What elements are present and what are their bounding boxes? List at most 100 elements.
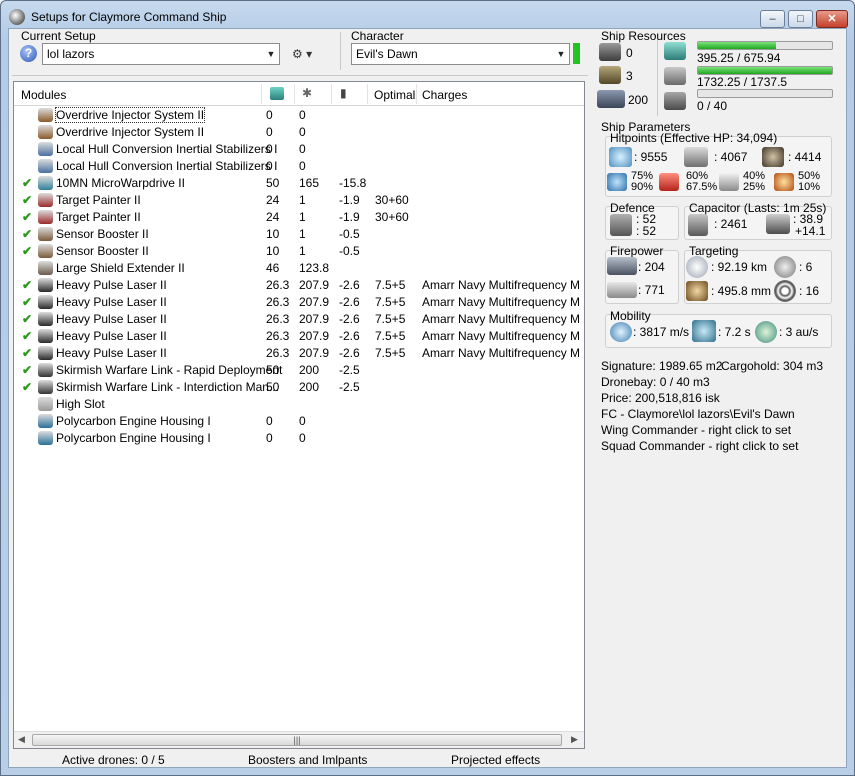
active-check-icon[interactable]: ✔ <box>22 176 32 190</box>
calibration-icon <box>597 90 625 108</box>
module-c1: 0 <box>266 414 273 428</box>
divider <box>12 75 588 76</box>
module-c3: -2.6 <box>339 278 360 292</box>
align-time-icon <box>692 320 716 342</box>
warp-speed: : 3 au/s <box>779 325 819 339</box>
module-row[interactable]: ✔ Sensor Booster II 10 1 -0.5 <box>14 225 584 242</box>
module-name: Heavy Pulse Laser II <box>56 278 167 292</box>
active-check-icon[interactable]: ✔ <box>22 380 32 394</box>
title-bar[interactable]: Setups for Claymore Command Ship – □ ✕ <box>1 1 854 31</box>
capacitor-col-icon[interactable]: ▮ <box>340 86 352 100</box>
minimize-button[interactable]: – <box>760 10 785 28</box>
module-c3: -0.5 <box>339 244 360 258</box>
module-c1: 50 <box>266 380 280 394</box>
module-c2: 0 <box>299 125 306 139</box>
module-c3: -2.6 <box>339 295 360 309</box>
scroll-thumb[interactable]: ||| <box>32 734 562 746</box>
active-drones-button[interactable]: Active drones: 0 / 5 <box>62 753 165 767</box>
wing-commander[interactable]: Wing Commander - right click to set <box>601 423 791 437</box>
active-check-icon[interactable]: ✔ <box>22 227 32 241</box>
boosters-implants-button[interactable]: Boosters and Imlpants <box>248 753 367 767</box>
col-modules[interactable]: Modules <box>21 88 66 102</box>
mobility-title: Mobility <box>610 309 651 323</box>
scroll-right-icon[interactable]: ▶ <box>571 734 578 745</box>
module-row[interactable]: ✔ Skirmish Warfare Link - Interdiction Ma… <box>14 378 584 395</box>
setup-value: lol lazors <box>47 47 95 61</box>
active-check-icon[interactable]: ✔ <box>22 329 32 343</box>
module-charges: Amarr Navy Multifrequency M <box>422 346 581 360</box>
active-check-icon[interactable]: ✔ <box>22 312 32 326</box>
active-check-icon[interactable]: ✔ <box>22 210 32 224</box>
launcher-hardpoint-icon <box>599 66 621 84</box>
module-row[interactable]: Local Hull Conversion Inertial Stabilize… <box>14 140 584 157</box>
module-row[interactable]: Overdrive Injector System II 0 0 <box>14 106 584 123</box>
module-name: Overdrive Injector System II <box>56 125 205 139</box>
power-col-icon[interactable]: ✱ <box>302 86 316 100</box>
scroll-left-icon[interactable]: ◀ <box>18 734 25 745</box>
module-icon <box>38 363 53 377</box>
module-row[interactable]: ✔ Heavy Pulse Laser II 26.3 207.9 -2.6 7.5+5 A… <box>14 310 584 327</box>
module-row[interactable]: Polycarbon Engine Housing I 0 0 <box>14 429 584 446</box>
character-select[interactable]: Evil's Dawn ▼ <box>351 43 570 65</box>
module-c2: 0 <box>299 108 306 122</box>
module-row[interactable]: Overdrive Injector System II 0 0 <box>14 123 584 140</box>
module-row[interactable]: Large Shield Extender II 46 123.8 <box>14 259 584 276</box>
active-check-icon[interactable]: ✔ <box>22 363 32 377</box>
module-row[interactable]: High Slot <box>14 395 584 412</box>
module-row[interactable]: ✔ Heavy Pulse Laser II 26.3 207.9 -2.6 7.5+5 A… <box>14 327 584 344</box>
cargohold: Cargohold: 304 m3 <box>721 359 824 373</box>
help-icon[interactable]: ? <box>20 45 37 62</box>
defence-value-2: : 52 <box>636 224 657 238</box>
module-name: Skirmish Warfare Link - Interdiction Man… <box>56 380 279 394</box>
firepower-title: Firepower <box>610 244 664 258</box>
cpu-col-icon[interactable] <box>270 87 284 100</box>
module-row[interactable]: ✔ Heavy Pulse Laser II 26.3 207.9 -2.6 7.5+5 A… <box>14 293 584 310</box>
module-icon <box>38 278 53 292</box>
horizontal-scrollbar[interactable]: ◀ ||| ▶ <box>14 731 584 748</box>
setup-select[interactable]: lol lazors ▼ <box>42 43 280 65</box>
active-check-icon[interactable]: ✔ <box>22 346 32 360</box>
module-row[interactable]: ✔ Heavy Pulse Laser II 26.3 207.9 -2.6 7.5+5 A… <box>14 344 584 361</box>
module-c1: 50 <box>266 363 280 377</box>
squad-commander[interactable]: Squad Commander - right click to set <box>601 439 798 453</box>
active-check-icon[interactable]: ✔ <box>22 295 32 309</box>
module-row[interactable]: Local Hull Conversion Inertial Stabilize… <box>14 157 584 174</box>
module-row[interactable]: ✔ 10MN MicroWarpdrive II 50 165 -15.8 <box>14 174 584 191</box>
module-row[interactable]: ✔ Sensor Booster II 10 1 -0.5 <box>14 242 584 259</box>
module-c1: 24 <box>266 193 280 207</box>
module-row[interactable]: Polycarbon Engine Housing I 0 0 <box>14 412 584 429</box>
cpu-bar <box>697 41 833 50</box>
module-c1: 26.3 <box>266 295 290 309</box>
module-c2: 207.9 <box>299 278 330 292</box>
modules-list[interactable]: Modules ✱ ▮ Optimal Charges Overdrive In… <box>13 81 585 749</box>
module-name: Heavy Pulse Laser II <box>56 312 167 326</box>
module-name: Skirmish Warfare Link - Rapid Deployment <box>56 363 283 377</box>
maximize-button[interactable]: □ <box>788 10 813 28</box>
module-icon <box>38 210 53 224</box>
module-row[interactable]: ✔ Target Painter II 24 1 -1.9 30+60 <box>14 208 584 225</box>
module-row[interactable]: ✔ Skirmish Warfare Link - Rapid Deploymen… <box>14 361 584 378</box>
active-check-icon[interactable]: ✔ <box>22 278 32 292</box>
projected-effects-button[interactable]: Projected effects <box>451 753 540 767</box>
ship-tools-icon[interactable]: ⚙ ▾ <box>292 47 320 63</box>
max-targets: : 6 <box>799 260 813 274</box>
col-charges[interactable]: Charges <box>422 88 467 102</box>
close-button[interactable]: ✕ <box>816 10 848 28</box>
module-icon <box>38 261 53 275</box>
module-c2: 207.9 <box>299 312 330 326</box>
module-row[interactable]: ✔ Target Painter II 24 1 -1.9 30+60 <box>14 191 584 208</box>
fleet-commander[interactable]: FC - Claymore\lol lazors\Evil's Dawn <box>601 407 795 421</box>
module-c3: -2.6 <box>339 329 360 343</box>
scan-resolution: : 495.8 mm <box>711 284 772 298</box>
module-optimal: 30+60 <box>375 193 409 207</box>
module-icon <box>38 159 53 173</box>
col-optimal[interactable]: Optimal <box>374 88 415 102</box>
module-c1: 0 <box>266 125 273 139</box>
active-check-icon[interactable]: ✔ <box>22 244 32 258</box>
module-row[interactable]: ✔ Heavy Pulse Laser II 26.3 207.9 -2.6 7.5+5 A… <box>14 276 584 293</box>
drone-bandwidth-icon <box>664 92 686 110</box>
launcher-hardpoints: 3 <box>626 69 633 83</box>
active-check-icon[interactable]: ✔ <box>22 193 32 207</box>
module-c1: 26.3 <box>266 278 290 292</box>
scan-resolution-icon <box>686 281 708 301</box>
